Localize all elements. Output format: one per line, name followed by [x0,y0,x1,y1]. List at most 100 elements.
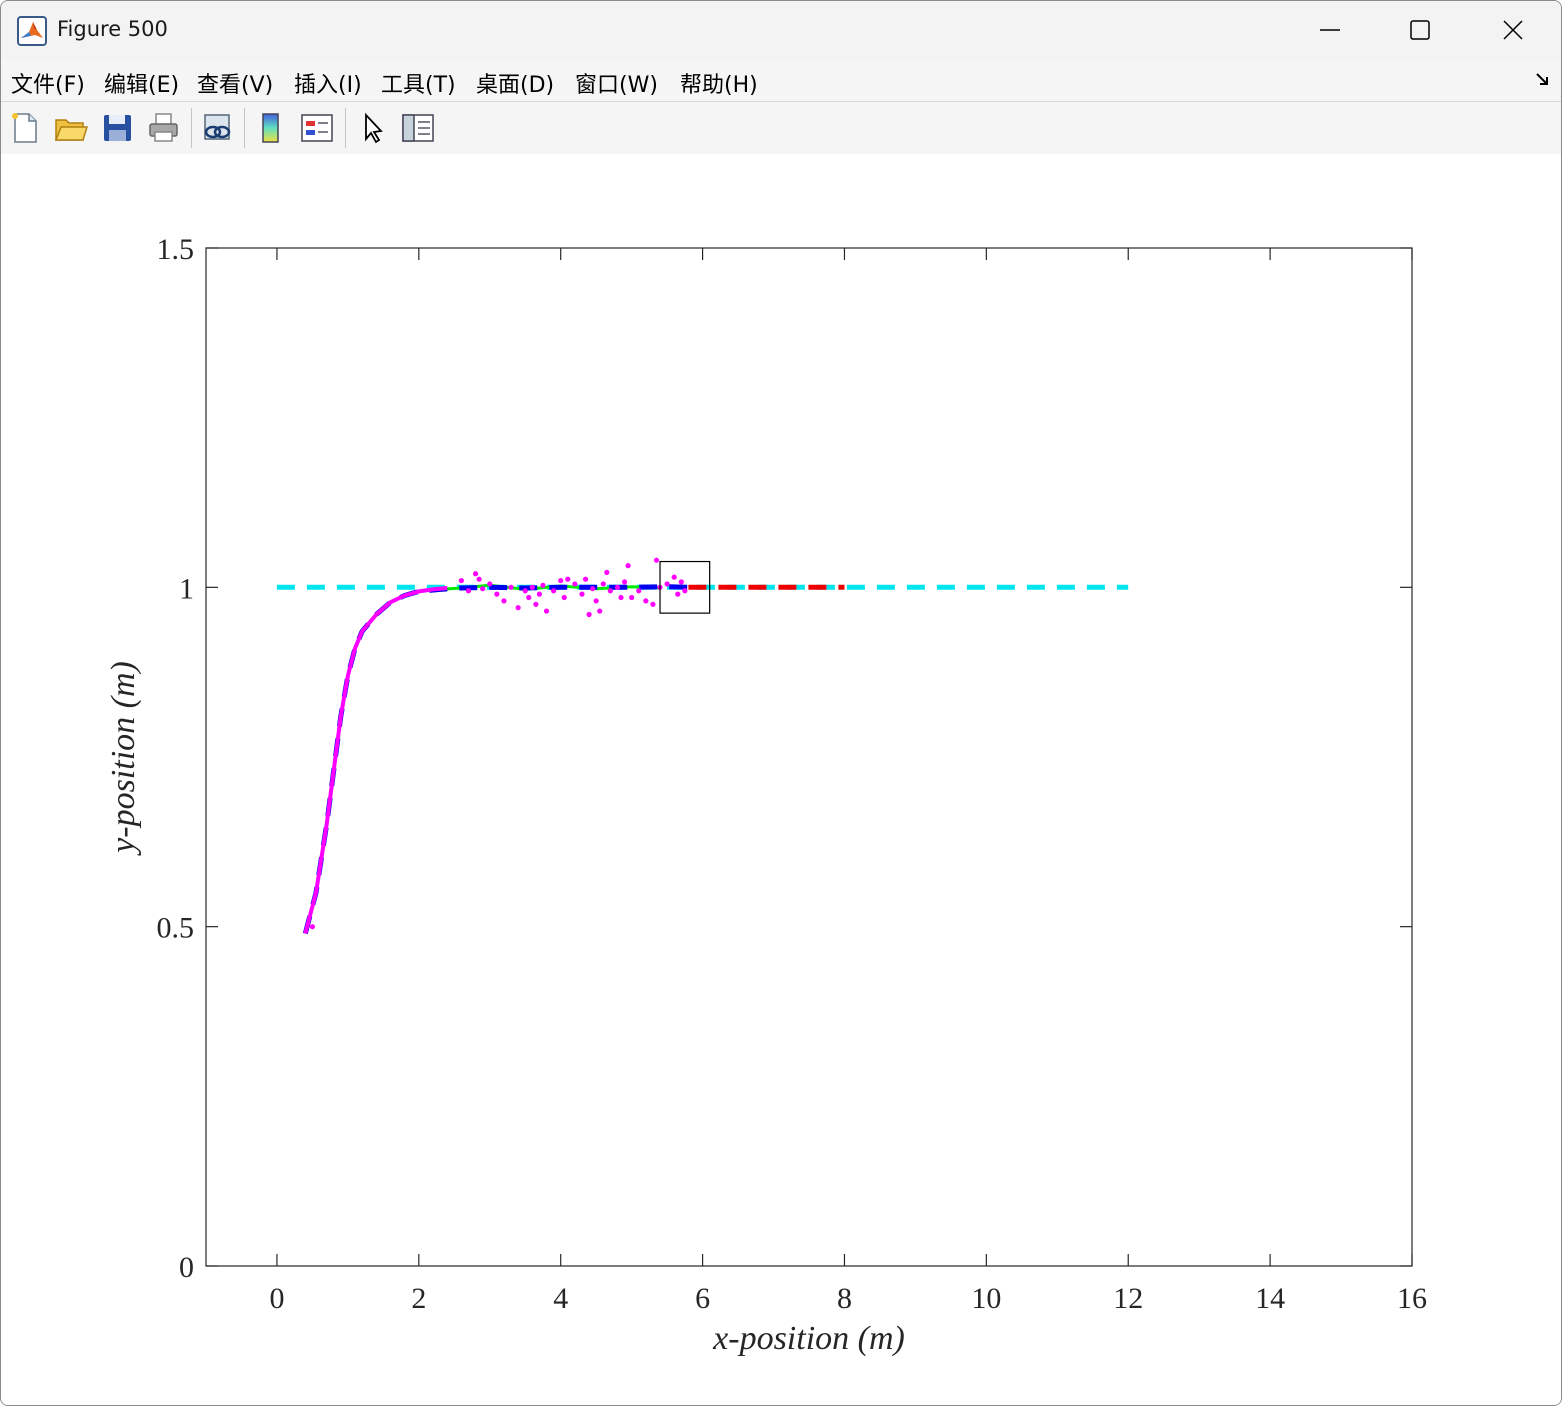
data-point-5-15 [536,591,543,597]
x-tick-label-5: 10 [971,1282,1001,1315]
save-icon[interactable] [100,110,136,146]
data-point-5-40 [653,557,660,563]
axis-ticks: 0 2 4 6 8 10 12 14 16 0 0.5 1 1.5 [157,233,1428,1315]
data-point-5-25 [586,611,592,618]
data-point-5-22 [572,581,578,587]
plot-marks [276,557,1129,935]
data-point-5-44 [675,591,681,597]
data-point-5-19 [558,577,564,584]
trajectory-plot[interactable]: 0 2 4 6 8 10 12 14 16 0 0.5 1 1.5 x-position (m) y-p… [1,154,1561,1405]
legend-icon[interactable] [299,110,335,146]
data-point-5-39 [650,601,656,607]
menu-insert[interactable]: 插入(I) [294,67,362,99]
data-point-5-34 [621,579,628,585]
data-point-5-6 [487,581,493,587]
menu-window[interactable]: 窗口(W) [575,67,658,99]
x-tick-label-7: 14 [1255,1282,1285,1315]
y-tick-label-1: 0.5 [157,912,195,945]
maximize-button[interactable] [1375,1,1465,59]
data-point-5-13 [529,584,535,590]
y-tick-label-2: 1 [179,572,194,605]
menu-tools[interactable]: 工具(T) [381,67,456,99]
minimize-button[interactable] [1285,1,1375,59]
series-line-2 [302,584,689,935]
data-point-5-38 [643,598,649,604]
data-point-5-8 [501,598,507,604]
data-point-5-17 [543,608,550,614]
data-point-5-35 [625,563,631,569]
x-tick-label-2: 4 [553,1282,568,1315]
print-icon[interactable] [146,110,182,146]
data-point-5-28 [597,608,603,614]
data-point-5-30 [604,569,610,576]
data-point-5-14 [533,601,539,607]
toolbar-separator [345,108,346,148]
toolbar-separator [191,108,192,148]
data-point-5-10 [515,605,521,611]
open-file-icon[interactable] [53,110,89,146]
data-point-5-31 [607,588,613,594]
window-title: Figure 500 [57,17,168,41]
data-point-5-43 [671,574,677,580]
data-point-5-24 [582,576,589,582]
data-point-5-5 [480,586,486,592]
x-tick-label-6: 12 [1113,1282,1143,1315]
menu-help[interactable]: 帮助(H) [680,67,758,99]
series-line-4 [303,586,448,935]
y-axis-label: y-position (m) [105,661,142,856]
menu-view[interactable]: 查看(V) [197,67,273,99]
figure-window: Figure 500 文件(F) 编辑(E) 查看(V) 插入(I) 工具(T)… [0,0,1562,1406]
colorbar-icon[interactable] [253,110,289,146]
data-point-5-4 [476,576,482,582]
toolbar-separator [244,108,245,148]
edit-plot-arrow-icon[interactable] [355,110,391,146]
data-point-5-37 [636,588,642,594]
axes-box [205,247,1413,1267]
data-point-5-0 [309,924,316,930]
data-point-5-1 [458,577,464,584]
data-point-5-21 [565,576,571,582]
maximize-icon [1410,20,1430,40]
data-point-5-45 [678,579,684,585]
menu-bar: 文件(F) 编辑(E) 查看(V) 插入(I) 工具(T) 桌面(D) 窗口(W… [1,59,1561,101]
y-tick-label-0: 0 [179,1251,194,1284]
data-point-5-32 [614,584,621,590]
data-point-5-42 [664,581,670,587]
data-point-5-29 [600,581,606,587]
data-point-5-7 [494,591,500,597]
data-point-5-26 [590,586,596,592]
data-point-5-9 [508,584,514,590]
x-tick-label-4: 8 [837,1282,852,1315]
y-tick-label-3: 1.5 [157,233,195,266]
x-tick-label-0: 0 [269,1282,284,1315]
x-axis-label: x-position (m) [712,1320,905,1357]
data-point-5-33 [618,594,624,601]
data-point-5-12 [526,594,532,601]
menu-file[interactable]: 文件(F) [11,67,85,99]
link-plot-icon[interactable] [199,110,235,146]
data-point-5-18 [551,588,557,594]
data-point-5-2 [465,588,472,594]
data-point-5-11 [522,588,528,594]
data-point-5-46 [682,588,688,594]
dock-arrow-icon[interactable] [1535,71,1551,87]
data-point-5-20 [561,594,567,601]
close-button[interactable] [1468,1,1558,59]
matlab-logo-icon [17,16,47,46]
new-figure-icon[interactable] [7,110,43,146]
x-tick-label-3: 6 [695,1282,710,1315]
data-point-5-16 [540,582,546,588]
x-tick-label-8: 16 [1397,1282,1427,1315]
x-tick-label-1: 2 [411,1282,426,1315]
title-bar[interactable]: Figure 500 [1,1,1561,59]
menu-desktop[interactable]: 桌面(D) [476,67,554,99]
figure-toolbar [1,101,1561,155]
minimize-icon [1320,29,1340,31]
close-icon [1503,20,1523,40]
data-point-5-23 [579,591,585,597]
data-point-5-36 [629,594,635,601]
menu-edit[interactable]: 编辑(E) [104,67,179,99]
data-point-5-3 [472,571,479,577]
figure-canvas[interactable]: 0 2 4 6 8 10 12 14 16 0 0.5 1 1.5 x-position (m) y-p… [1,154,1561,1405]
property-inspector-icon[interactable] [400,110,436,146]
